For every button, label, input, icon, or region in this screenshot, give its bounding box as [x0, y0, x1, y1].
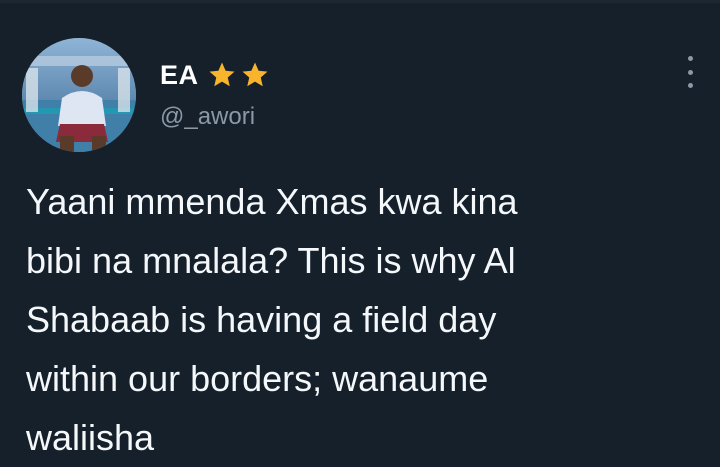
star-icon — [242, 62, 268, 87]
tweet-line: Shabaab is having a field day — [26, 299, 497, 340]
more-dot — [687, 69, 693, 75]
user-name-row[interactable]: EA — [160, 58, 273, 92]
star-icon — [209, 62, 235, 87]
tweet-line: bibi na mnalala? This is why Al — [26, 240, 516, 281]
more-dot — [687, 83, 693, 88]
tweet-text: Yaani mmenda Xmas kwa kina bibi na mnala… — [26, 172, 696, 467]
divider — [0, 0, 720, 3]
tweet-card: EA @_awori Yaani mmenda Xmas kwa kina bi… — [0, 0, 720, 464]
more-options-icon[interactable] — [682, 56, 698, 88]
tweet-line: Yaani mmenda Xmas kwa kina — [26, 181, 518, 222]
badges — [207, 60, 273, 90]
tweet-line: waliisha — [26, 417, 155, 458]
user-handle[interactable]: @_awori — [160, 103, 255, 131]
avatar-photo — [22, 38, 136, 152]
avatar[interactable] — [22, 38, 136, 152]
display-name[interactable]: EA — [160, 60, 199, 91]
tweet-line: within our borders; wanaume — [26, 358, 489, 399]
more-dot — [687, 56, 693, 61]
